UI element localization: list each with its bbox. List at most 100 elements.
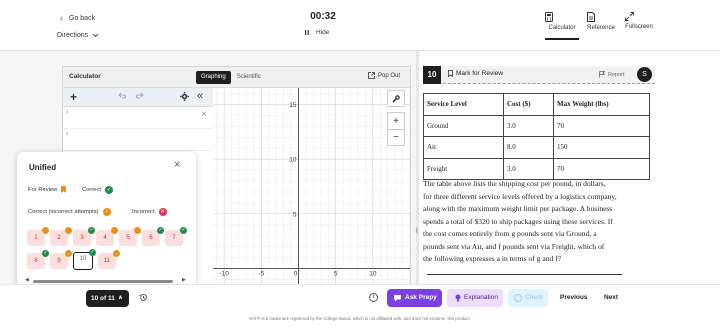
question-text: The table above lists the shipping cost … [423,178,655,266]
calculator-title: Calculator [69,73,101,80]
chevron-up-icon: ∧ [118,295,123,301]
table-cell: 3.0 [503,114,554,137]
question-text-line: pounds sent via Air, and f pounds sent v… [423,241,605,251]
expression-row-number: 2 [66,131,69,136]
attempt-circle-icon: • [102,208,111,216]
attempt-badge [111,227,118,234]
go-back-button[interactable]: ‹ Go back [60,13,95,23]
next-button[interactable]: Next [604,294,618,301]
mark-for-review-button[interactable]: Mark for Review [448,70,503,77]
tab-graphing[interactable]: Graphing [196,71,231,84]
splitter-handle-icon[interactable]: ∥ [415,227,418,234]
calculator-header: Calculator Graphing Scientific Pop Out [63,67,410,88]
directions-button[interactable]: Directions [57,32,99,39]
zoom-in-button[interactable]: + [387,112,405,129]
expression-row[interactable]: 2 [63,129,213,151]
legend-for-review-label: For Review [28,186,58,193]
correct-badge: ✓ [180,227,187,234]
table-header-row: Service Level Cost ($) Max Weight (lbs) [423,93,650,116]
question-text-line: spends a total of $320 to ship packages … [423,216,613,226]
undo-icon[interactable] [118,92,126,99]
x-tick-label: 10 [369,271,377,278]
x-tick-label: 5 [334,271,338,278]
hide-label: Hide [316,29,330,36]
collapse-list-icon[interactable]: « [197,91,203,102]
calculator-tool-button[interactable]: Calculator [545,12,579,40]
expression-row[interactable]: 1 × [63,107,213,129]
explanation-button[interactable]: Explanation [447,289,503,307]
shipping-table: Service Level Cost ($) Max Weight (lbs) … [423,93,650,180]
table-cell: Ground [423,114,504,137]
pop-out-label: Pop Out [378,72,401,79]
table-cell: Freight [423,157,504,180]
question-text-line: The table above lists the shipping cost … [423,179,606,188]
correct-badge: ✓ [89,249,96,256]
table-header-cell: Service Level [423,93,504,116]
delete-expression-icon[interactable]: × [201,110,207,120]
explanation-label: Explanation [464,294,498,301]
table-cell: 150 [553,136,650,159]
close-icon[interactable]: × [174,160,180,171]
question-progress-button[interactable]: 10 of 11 ∧ [86,290,129,307]
directions-label: Directions [57,32,89,39]
table-row: Ground 3.0 70 [423,114,650,137]
reference-tool-button[interactable]: Reference [587,12,615,31]
graph-canvas[interactable]: -10 -5 0 5 10 15 10 5 + − [213,88,410,285]
y-tick-label: 10 [289,157,297,164]
expression-toolbar: + « [63,88,213,107]
legend-incorrect: Incorrect ✕ [132,208,167,216]
scroll-right-icon[interactable]: ▶ [182,277,186,283]
check-button[interactable]: Check [508,289,548,307]
bottom-bar: 10 of 11 ∧ i Ask Prepy Explanation Check… [0,284,720,329]
redo-icon[interactable] [136,92,144,99]
flag-icon [599,71,605,78]
chevron-down-icon [92,33,99,38]
calculator-tab-group: Graphing Scientific [196,71,267,84]
bookmark-icon [448,70,453,77]
table-cell: Air [423,136,504,159]
table-row: Air 8.0 150 [423,136,650,159]
chevron-left-icon: ‹ [60,13,63,23]
table-cell: 70 [553,157,650,180]
legend-correct: Correct ✓ [82,186,114,194]
check-circle-icon: ✓ [105,186,114,194]
question-navigator-popup: Unified × For Review Correct ✓ Correct (… [17,152,196,288]
ask-prepy-button[interactable]: Ask Prepy [387,289,442,307]
scrollbar-thumb[interactable] [33,280,173,283]
check-label: Check [525,294,544,301]
add-expression-button[interactable]: + [70,90,77,104]
timer: 00:32 [310,11,336,22]
x-tick-label: -5 [258,271,264,278]
y-tick-label: 5 [293,211,297,218]
reference-tool-label: Reference [587,25,615,31]
tab-scientific[interactable]: Scientific [231,71,267,84]
fullscreen-tool-button[interactable]: Fullscreen [625,12,653,30]
pop-out-icon [368,72,375,79]
history-icon[interactable] [139,293,148,302]
x-circle-icon: ✕ [158,208,167,216]
calculator-tool-active-underline [545,38,579,40]
strikethrough-tool-icon[interactable]: S [637,67,652,82]
table-row: Freight 3.0 70 [423,157,650,180]
y-tick-label: 15 [289,102,297,109]
x-tick-label: 0 [294,271,298,278]
info-icon[interactable]: i [369,293,378,302]
graph-settings-wrench-button[interactable] [387,90,405,107]
lightbulb-icon [455,294,461,302]
question-header: 10 Mark for Review Report S [423,66,655,84]
settings-gear-icon[interactable] [180,92,189,101]
report-label: Report [608,71,625,78]
pop-out-button[interactable]: Pop Out [368,72,400,79]
ask-prepy-label: Ask Prepy [405,294,437,301]
table-cell: 3.0 [503,157,554,180]
correct-badge: ✓ [42,250,49,257]
previous-button[interactable]: Previous [560,294,587,301]
hide-timer-button[interactable]: Hide [305,29,329,36]
mark-for-review-label: Mark for Review [456,70,503,77]
report-button[interactable]: Report [599,71,625,78]
scroll-left-icon[interactable]: ◀ [25,277,29,283]
legend-correct-incorrect-label: Correct (incorrect attempts) [28,209,99,215]
zoom-out-button[interactable]: − [387,129,405,146]
wrench-icon [388,91,404,103]
legend-incorrect-label: Incorrect [132,209,155,215]
